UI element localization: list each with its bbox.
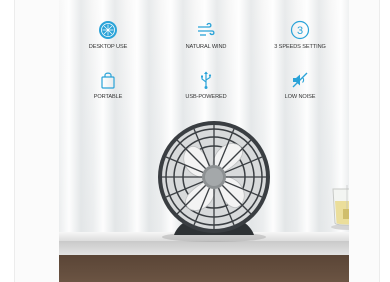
desk-fan (158, 121, 270, 242)
feature-low-noise: LOW NOISE (255, 70, 345, 100)
feature-desktop-use: DESKTOP USE (63, 20, 153, 50)
feature-label: USB-POWERED (185, 94, 227, 100)
feature-natural-wind: NATURAL WIND (161, 20, 251, 50)
feature-portable: PORTABLE (63, 70, 153, 100)
frame-right-border (379, 0, 380, 282)
desktop-fan-icon (99, 21, 117, 39)
feature-label: PORTABLE (93, 94, 123, 100)
usb-icon (201, 71, 212, 89)
feature-label: DESKTOP USE (88, 44, 128, 50)
three-speeds-icon: 3 (290, 20, 310, 40)
feature-label: NATURAL WIND (185, 44, 227, 50)
feature-label: LOW NOISE (284, 94, 316, 100)
mute-icon (292, 72, 308, 88)
wooden-table (59, 255, 349, 282)
bag-icon (101, 72, 115, 89)
frame-left-border (14, 0, 15, 282)
sill-shadow (59, 241, 349, 255)
svg-text:3: 3 (297, 25, 303, 37)
feature-usb-powered: USB-POWERED (161, 70, 251, 100)
wind-icon (198, 22, 215, 36)
feature-label: 3 SPEEDS SETTING (274, 44, 326, 50)
feature-3-speeds-setting: 3 3 SPEEDS SETTING (255, 20, 345, 50)
product-photo: DESKTOP USE NATURAL WIND 3 3 SPEEDS SETT… (59, 0, 349, 282)
glass-tea-cup (331, 185, 349, 230)
product-image-frame: DESKTOP USE NATURAL WIND 3 3 SPEEDS SETT… (14, 0, 380, 282)
